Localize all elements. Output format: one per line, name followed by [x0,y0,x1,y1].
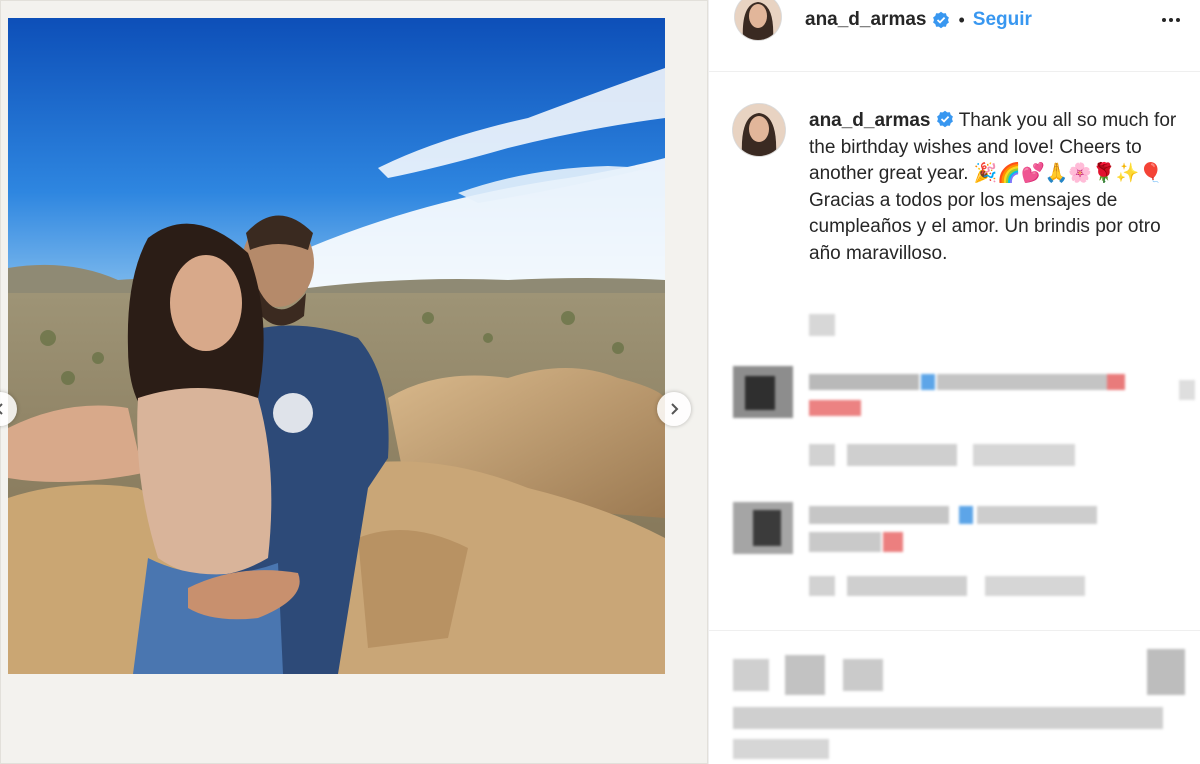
photo-frame [0,0,708,764]
caption-avatar[interactable] [733,104,785,156]
more-options-icon [1162,18,1166,22]
date-obscured [733,739,829,759]
verified-badge-icon [933,11,950,29]
action-icons-obscured[interactable] [733,655,893,695]
header-user-row: ana_d_armas • Seguir [805,8,1032,32]
likes-obscured [733,707,1163,729]
caption-timestamp-obscured [809,314,835,336]
verified-badge-icon [936,110,953,128]
more-options-button[interactable] [1159,8,1183,32]
post-photo[interactable] [8,18,665,674]
comment-meta-obscured [809,444,1079,466]
comment-text-obscured-2 [809,506,1109,554]
actions-bar [709,630,1200,764]
caption-text-es: Gracias a todos por los mensajes de cump… [809,189,1161,264]
comment-avatar-obscured-2 [733,502,793,554]
post-sidebar: ana_d_armas • Seguir ana_d_armas Thank y… [708,0,1200,764]
comment-text-obscured [809,374,1129,418]
like-comment-icon[interactable] [1179,380,1195,400]
follow-button[interactable]: Seguir [973,9,1032,31]
comment-avatar-obscured [733,366,793,418]
avatar[interactable] [735,0,781,40]
media-panel [0,0,708,764]
chevron-right-icon [671,403,679,415]
next-photo-button[interactable] [657,392,691,426]
comment-meta-obscured-2 [809,576,1089,596]
caption-username[interactable]: ana_d_armas [809,110,930,131]
post-header: ana_d_armas • Seguir [709,0,1200,72]
separator-dot: • [958,9,965,30]
chevron-left-icon [0,403,3,415]
save-icon-obscured[interactable] [1147,649,1185,695]
username-link[interactable]: ana_d_armas [805,9,926,31]
post-caption: ana_d_armas Thank you all so much for th… [809,108,1189,267]
